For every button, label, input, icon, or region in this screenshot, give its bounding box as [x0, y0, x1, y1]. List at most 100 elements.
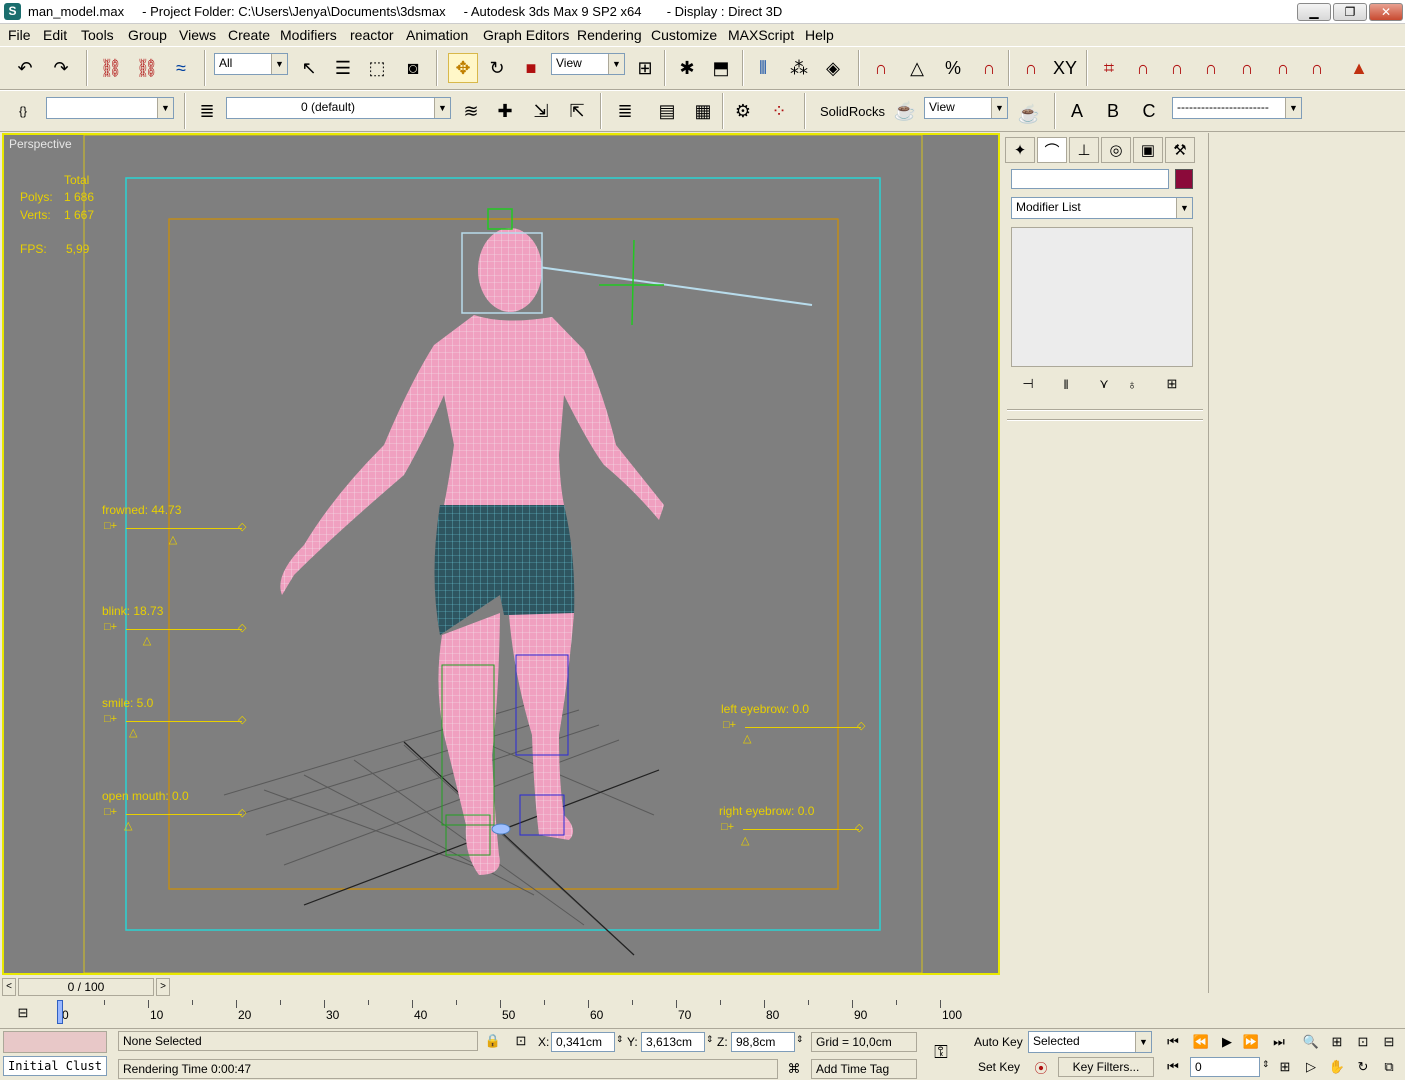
field-of-view-icon[interactable]: ▷	[1300, 1056, 1322, 1078]
bind-space-warp-icon[interactable]: ≈	[166, 53, 196, 83]
y-coordinate-field[interactable]: 3,613cm	[641, 1032, 705, 1052]
selection-filter-dropdown[interactable]: All ▼	[214, 53, 288, 75]
morph-handle-icon[interactable]: □+	[104, 713, 117, 725]
go-to-start-icon[interactable]: ⏮	[1162, 1031, 1184, 1053]
auto-key-button[interactable]: Auto Key	[974, 1035, 1023, 1049]
select-object-icon[interactable]: ↖	[294, 53, 324, 83]
z-spinner-icon[interactable]: ⇕	[796, 1034, 804, 1045]
y-spinner-icon[interactable]: ⇕	[706, 1034, 714, 1045]
morph-handle-icon[interactable]: □+	[104, 806, 117, 818]
add-time-tag-button[interactable]: Add Time Tag	[811, 1059, 917, 1079]
morph-slider[interactable]: left eyebrow: 0.0 □+ ◇ △	[721, 702, 881, 752]
key-icon[interactable]: ⚿	[930, 1041, 952, 1063]
render-view-dropdown[interactable]: View ▼	[924, 97, 1008, 119]
menu-reactor[interactable]: reactor	[350, 27, 394, 43]
render-c-icon[interactable]: C	[1134, 96, 1164, 126]
render-setup-icon[interactable]: ∩	[1196, 53, 1226, 83]
pivot-center-icon[interactable]: ⊞	[630, 53, 660, 83]
configure-modifier-sets-icon[interactable]: ⊞	[1161, 373, 1183, 395]
active-shade-icon[interactable]: ∩	[1302, 53, 1332, 83]
morph-handle-icon[interactable]: □+	[721, 821, 734, 833]
named-selection-abc-icon[interactable]: {}	[8, 96, 38, 126]
curve-icon[interactable]: ⦿	[1030, 1056, 1052, 1078]
teapot-icon[interactable]: ☕	[890, 96, 920, 126]
menu-help[interactable]: Help	[805, 27, 834, 43]
menu-maxscript[interactable]: MAXScript	[728, 27, 794, 43]
x-spinner-icon[interactable]: ⇕	[616, 1034, 624, 1045]
time-configuration-icon[interactable]: ⊞	[1274, 1056, 1296, 1078]
layer-manager-icon[interactable]: ≣	[610, 96, 640, 126]
render-icon[interactable]: ▲	[1344, 53, 1374, 83]
next-frame-icon[interactable]: ⏩	[1240, 1031, 1262, 1053]
zoom-extents-icon[interactable]: ⊡	[1352, 1031, 1374, 1053]
menu-animation[interactable]: Animation	[406, 27, 468, 43]
render-frame-icon[interactable]: ∩	[1232, 53, 1262, 83]
show-end-result-icon[interactable]: ‖	[1055, 373, 1077, 395]
edit-named-selections-icon[interactable]: ∩	[1016, 53, 1046, 83]
quick-render-icon[interactable]: ∩	[1268, 53, 1298, 83]
modifier-stack[interactable]	[1011, 227, 1193, 367]
menu-graph-editors[interactable]: Graph Editors	[483, 27, 569, 43]
prev-frame-arrow-icon[interactable]: <	[2, 978, 16, 996]
angle-snap-icon[interactable]: △	[902, 53, 932, 83]
motion-tab-icon[interactable]: ◎	[1101, 137, 1131, 163]
render-scene-icon[interactable]: ⚙	[728, 96, 758, 126]
pin-stack-icon[interactable]: ⊣	[1017, 373, 1039, 395]
modifier-list-dropdown[interactable]: Modifier List ▼	[1011, 197, 1193, 219]
track-view-icon[interactable]: ▤	[652, 96, 682, 126]
morph-value-marker-icon[interactable]: △	[129, 726, 137, 739]
constraint-xy-icon[interactable]: XY	[1050, 53, 1080, 83]
close-button[interactable]: ✕	[1369, 3, 1403, 21]
morph-handle-icon[interactable]: □+	[104, 621, 117, 633]
key-mode-toggle-icon[interactable]: ⏮	[1162, 1056, 1184, 1078]
next-frame-arrow-icon[interactable]: >	[156, 978, 170, 996]
align-icon[interactable]: ⁂	[784, 53, 814, 83]
teapot-render-icon[interactable]: ☕	[1014, 99, 1044, 129]
render-preset-dropdown[interactable]: ----------------------- ▼	[1172, 97, 1302, 119]
layer-manager-icon[interactable]: ◈	[818, 53, 848, 83]
display-tab-icon[interactable]: ▣	[1133, 137, 1163, 163]
select-and-rotate-icon[interactable]: ↻	[482, 53, 512, 83]
modify-tab-icon[interactable]: ⌒	[1037, 137, 1067, 163]
time-slider-thumb[interactable]: 0 / 100	[18, 978, 154, 996]
curve-editor-icon[interactable]: ⌗	[1094, 53, 1124, 83]
menu-file[interactable]: File	[8, 27, 31, 43]
morph-slider[interactable]: right eyebrow: 0.0 □+ ◇ △	[719, 804, 879, 854]
window-crossing-icon[interactable]: ◙	[398, 53, 428, 83]
zoom-extents-all-icon[interactable]: ⊟	[1378, 1031, 1400, 1053]
go-to-end-icon[interactable]: ⏭	[1268, 1031, 1290, 1053]
pan-icon[interactable]: ✋	[1326, 1056, 1348, 1078]
frame-spinner-icon[interactable]: ⇕	[1262, 1059, 1270, 1070]
make-unique-icon[interactable]: ⋎	[1093, 373, 1115, 395]
named-selection-dropdown[interactable]: ▼	[46, 97, 174, 119]
select-in-layer-icon[interactable]: ⇲	[526, 96, 556, 126]
set-current-layer-icon[interactable]: ⇱	[562, 96, 592, 126]
app-icon[interactable]: S	[4, 3, 21, 20]
time-slider[interactable]: < 0 / 100 >	[0, 976, 1005, 998]
z-coordinate-field[interactable]: 98,8cm	[731, 1032, 795, 1052]
morph-handle-icon[interactable]: □+	[104, 520, 117, 532]
maxscript-listener-pink[interactable]	[3, 1031, 107, 1053]
menu-rendering[interactable]: Rendering	[577, 27, 642, 43]
set-key-button[interactable]: Set Key	[978, 1060, 1020, 1074]
menu-views[interactable]: Views	[179, 27, 216, 43]
zoom-all-icon[interactable]: ⊞	[1326, 1031, 1348, 1053]
undo-icon[interactable]: ↶	[10, 53, 40, 83]
menu-customize[interactable]: Customize	[651, 27, 717, 43]
percent-snap-icon[interactable]: %	[938, 53, 968, 83]
spinner-snap-icon[interactable]: ∩	[974, 53, 1004, 83]
morph-slider[interactable]: smile: 5.0 □+ ◇ △	[102, 696, 262, 746]
time-tag-icon[interactable]: ⌘	[783, 1058, 805, 1080]
minimize-button[interactable]: ▁	[1297, 3, 1331, 21]
orbit-icon[interactable]: ↻	[1352, 1056, 1374, 1078]
reference-coordinate-dropdown[interactable]: View ▼	[551, 53, 625, 75]
current-frame-field[interactable]: 0	[1190, 1057, 1260, 1077]
zoom-icon[interactable]: 🔍	[1300, 1031, 1322, 1053]
select-and-move-icon[interactable]: ✥	[448, 53, 478, 83]
morph-slider[interactable]: blink: 18.73 □+ ◇ △	[102, 604, 262, 654]
remove-modifier-icon[interactable]: ♁	[1121, 373, 1143, 395]
object-name-field[interactable]	[1011, 169, 1169, 189]
select-and-link-icon[interactable]: ⛓	[96, 53, 126, 83]
track-bar[interactable]: ⊟ 0 10 20 30 40 50 60 70 80 90 100	[0, 998, 1005, 1028]
add-to-layer-icon[interactable]: ✚	[490, 96, 520, 126]
